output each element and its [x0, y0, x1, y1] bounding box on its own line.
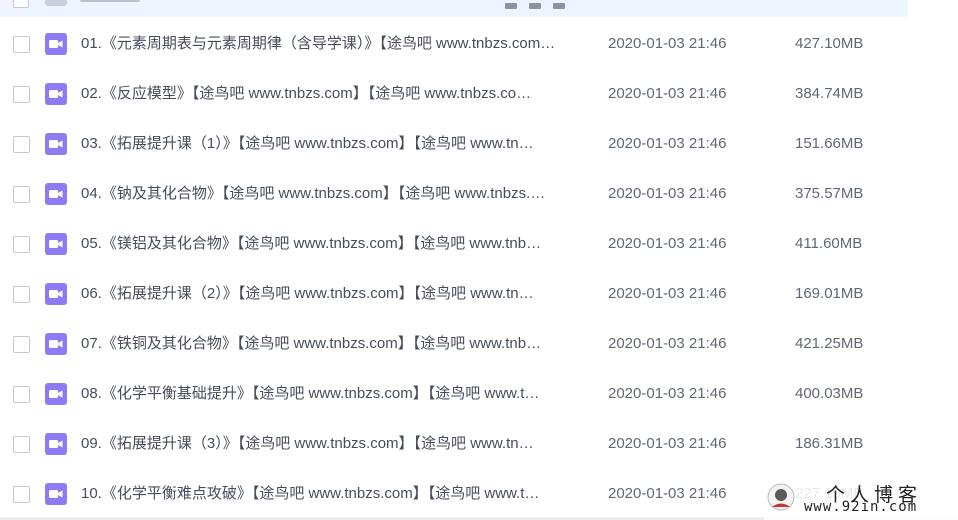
file-row[interactable]: 06.《拓展提升课（2）》【途鸟吧 www.tnbzs.com】【途鸟吧 www…	[0, 269, 908, 319]
row-checkbox[interactable]	[13, 236, 30, 253]
file-row[interactable]: 08.《化学平衡基础提升》【途鸟吧 www.tnbzs.com】【途鸟吧 www…	[0, 369, 908, 419]
file-name[interactable]: 08.《化学平衡基础提升》【途鸟吧 www.tnbzs.com】【途鸟吧 www…	[81, 384, 586, 404]
file-modified-date: 2020-01-03 21:46	[608, 235, 727, 252]
file-size: 375.57MB	[795, 185, 864, 202]
more-icon[interactable]	[553, 3, 565, 9]
file-modified-date: 2020-01-03 21:46	[608, 35, 727, 52]
file-name[interactable]: 05.《镁铝及其化合物》【途鸟吧 www.tnbzs.com】【途鸟吧 www.…	[81, 234, 586, 254]
file-modified-date: 2020-01-03 21:46	[608, 335, 727, 352]
file-name[interactable]: 09.《拓展提升课（3）》【途鸟吧 www.tnbzs.com】【途鸟吧 www…	[81, 434, 586, 454]
file-name[interactable]: 03.《拓展提升课（1）》【途鸟吧 www.tnbzs.com】【途鸟吧 www…	[81, 134, 586, 154]
video-file-icon	[45, 33, 67, 55]
file-name[interactable]: 06.《拓展提升课（2）》【途鸟吧 www.tnbzs.com】【途鸟吧 www…	[81, 284, 586, 304]
video-file-icon	[45, 433, 67, 455]
file-size: 421.25MB	[795, 335, 864, 352]
row-actions	[505, 0, 585, 9]
file-modified-date: 2020-01-03 21:46	[608, 135, 727, 152]
row-checkbox[interactable]	[13, 286, 30, 303]
video-file-icon	[45, 333, 67, 355]
row-checkbox[interactable]	[13, 136, 30, 153]
row-checkbox[interactable]	[13, 336, 30, 353]
video-file-icon	[45, 83, 67, 105]
download-icon[interactable]	[529, 3, 541, 9]
video-file-icon	[45, 183, 67, 205]
file-name[interactable]: 01.《元素周期表与元素周期律（含导学课）》【途鸟吧 www.tnbzs.com…	[81, 34, 586, 54]
file-row[interactable]: 05.《镁铝及其化合物》【途鸟吧 www.tnbzs.com】【途鸟吧 www.…	[0, 219, 908, 269]
file-row[interactable]: 01.《元素周期表与元素周期律（含导学课）》【途鸟吧 www.tnbzs.com…	[0, 19, 908, 69]
list-header-row	[0, 0, 908, 17]
file-row[interactable]: 03.《拓展提升课（1）》【途鸟吧 www.tnbzs.com】【途鸟吧 www…	[0, 119, 908, 169]
select-all-checkbox[interactable]	[13, 0, 29, 8]
file-size: 151.66MB	[795, 135, 864, 152]
file-name[interactable]: 04.《钠及其化合物》【途鸟吧 www.tnbzs.com】【途鸟吧 www.t…	[81, 184, 586, 204]
file-row[interactable]: 07.《铁铜及其化合物》【途鸟吧 www.tnbzs.com】【途鸟吧 www.…	[0, 319, 908, 369]
file-name[interactable]: 07.《铁铜及其化合物》【途鸟吧 www.tnbzs.com】【途鸟吧 www.…	[81, 334, 586, 354]
file-row[interactable]: 02.《反应模型》【途鸟吧 www.tnbzs.com】【途鸟吧 www.tnb…	[0, 69, 908, 119]
file-modified-date: 2020-01-03 21:46	[608, 85, 727, 102]
row-checkbox[interactable]	[13, 86, 30, 103]
watermark-url: www.92in.com	[804, 499, 918, 515]
file-name[interactable]: 10.《化学平衡难点攻破》【途鸟吧 www.tnbzs.com】【途鸟吧 www…	[81, 484, 586, 504]
row-checkbox[interactable]	[13, 186, 30, 203]
share-icon[interactable]	[505, 3, 517, 9]
video-file-icon	[45, 283, 67, 305]
row-checkbox[interactable]	[13, 436, 30, 453]
folder-icon	[45, 0, 67, 6]
file-row[interactable]: 04.《钠及其化合物》【途鸟吧 www.tnbzs.com】【途鸟吧 www.t…	[0, 169, 908, 219]
video-file-icon	[45, 233, 67, 255]
watermark-logo-icon	[767, 483, 795, 511]
file-size: 427.10MB	[795, 35, 864, 52]
file-modified-date: 2020-01-03 21:46	[608, 385, 727, 402]
video-file-icon	[45, 383, 67, 405]
file-modified-date: 2020-01-03 21:46	[608, 435, 727, 452]
header-label	[80, 0, 140, 2]
file-row[interactable]: 09.《拓展提升课（3）》【途鸟吧 www.tnbzs.com】【途鸟吧 www…	[0, 419, 908, 469]
row-checkbox[interactable]	[13, 486, 30, 503]
file-size: 411.60MB	[795, 235, 863, 252]
file-size: 400.03MB	[795, 385, 864, 402]
video-file-icon	[45, 483, 67, 505]
video-file-icon	[45, 133, 67, 155]
file-modified-date: 2020-01-03 21:46	[608, 285, 727, 302]
file-list: 01.《元素周期表与元素周期律（含导学课）》【途鸟吧 www.tnbzs.com…	[0, 19, 908, 519]
file-size: 186.31MB	[795, 435, 864, 452]
row-checkbox[interactable]	[13, 386, 30, 403]
file-name[interactable]: 02.《反应模型》【途鸟吧 www.tnbzs.com】【途鸟吧 www.tnb…	[81, 84, 586, 104]
file-modified-date: 2020-01-03 21:46	[608, 185, 727, 202]
file-modified-date: 2020-01-03 21:46	[608, 485, 727, 502]
watermark: 个人博客 www.92in.com	[764, 480, 958, 520]
file-size: 384.74MB	[795, 85, 864, 102]
row-checkbox[interactable]	[13, 36, 30, 53]
file-size: 169.01MB	[795, 285, 864, 302]
